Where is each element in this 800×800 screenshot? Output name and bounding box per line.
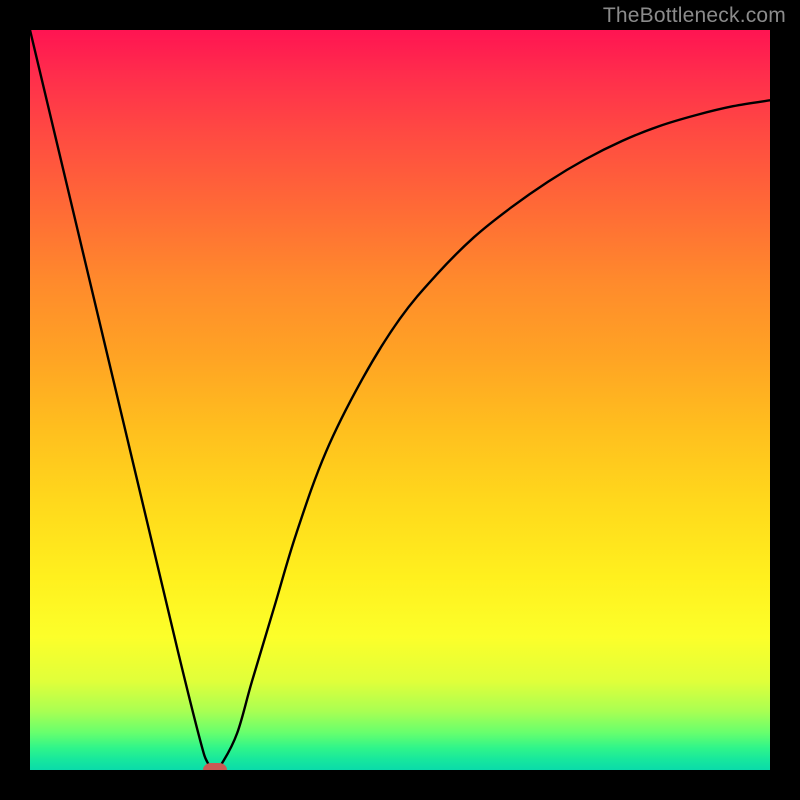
watermark-text: TheBottleneck.com [603,4,786,28]
curve-layer [30,30,770,770]
plot-area [30,30,770,770]
chart-frame: TheBottleneck.com [0,0,800,800]
bottleneck-curve [30,30,770,770]
optimum-marker [203,763,227,770]
